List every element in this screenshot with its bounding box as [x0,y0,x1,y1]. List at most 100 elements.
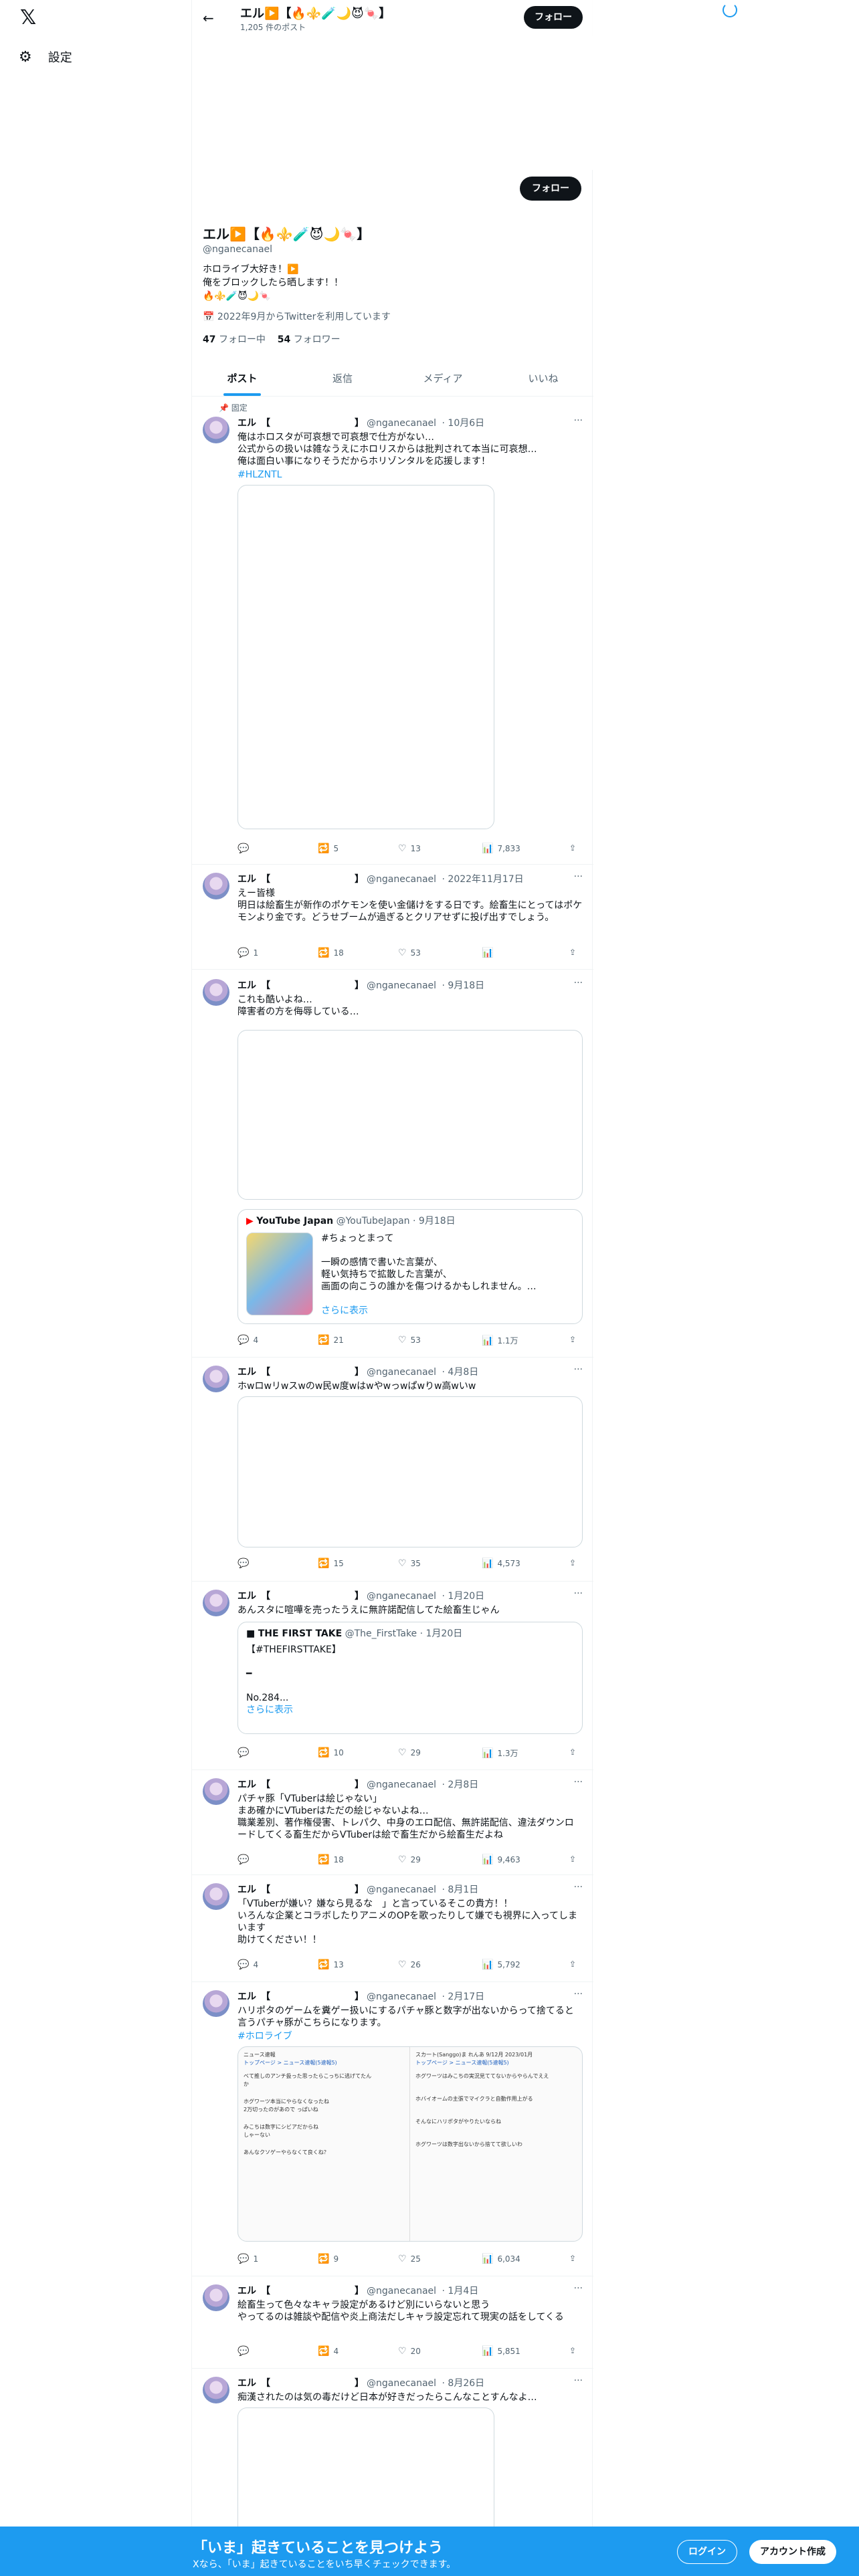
tweet-handle[interactable]: @nganecanael [367,1780,436,1790]
tweet-media[interactable] [237,1030,583,1200]
tweet-hashtag[interactable]: #ホロライブ [237,2030,583,2042]
avatar[interactable] [203,2377,229,2403]
reply-button[interactable]: 💬 4 [237,1335,258,1346]
nav-settings[interactable]: ⚙ 設定 [19,48,72,66]
more-icon[interactable]: ··· [574,978,583,988]
avatar[interactable] [203,1990,229,2017]
tweet-date[interactable]: · 2022年11月17日 [442,874,524,885]
tweet-author[interactable]: エル 【 】 [237,2378,364,2389]
more-icon[interactable]: ··· [574,2283,583,2294]
tweet-handle[interactable]: @nganecanael [367,2378,436,2389]
repost-button[interactable]: 🔁 9 [318,2254,339,2264]
follow-button[interactable]: フォロー [520,177,581,201]
tweet-handle[interactable]: @nganecanael [367,874,436,885]
repost-button[interactable]: 🔁 15 [318,1558,344,1569]
share-icon[interactable]: ⇪ [569,1558,576,1568]
reply-button[interactable]: 💬 [237,1558,253,1569]
avatar[interactable] [203,1778,229,1805]
share-icon[interactable]: ⇪ [569,948,576,957]
more-icon[interactable]: ··· [574,2375,583,2386]
tweet-handle[interactable]: @nganecanael [367,418,436,429]
views-button[interactable]: 📊 9,463 [482,1854,520,1865]
like-button[interactable]: ♡ 53 [398,948,421,958]
tweet-handle[interactable]: @nganecanael [367,1591,436,1602]
tab-replies[interactable]: 返信 [292,361,393,396]
tab-media[interactable]: メディア [393,361,493,396]
more-icon[interactable]: ··· [574,1989,583,2000]
tweet-date[interactable]: · 4月8日 [442,1367,479,1378]
tweet[interactable]: エル 【 】 @nganecanael · 8月1日 ··· 「VTuberが嫌い… [192,1875,593,1982]
tab-posts[interactable]: ポスト [192,361,292,396]
views-button[interactable]: 📊 [482,948,497,958]
views-button[interactable]: 📊 4,573 [482,1558,520,1569]
views-button[interactable]: 📊 5,792 [482,1959,520,1970]
like-button[interactable]: ♡ 29 [398,1747,421,1758]
tweet[interactable]: エル 【 】 @nganecanael · 4月8日 ··· ホwロwリwスwのw… [192,1358,593,1582]
avatar[interactable] [203,873,229,899]
tweet[interactable]: エル 【 】 @nganecanael · 2月17日 ··· ハリポタのゲームを… [192,1982,593,2276]
views-button[interactable]: 📊 1.1万 [482,1335,518,1346]
share-icon[interactable]: ⇪ [569,843,576,853]
tweet[interactable]: エル 【 】 @nganecanael · 9月18日 ··· これも酷いよね… … [192,970,593,1358]
reply-button[interactable]: 💬 [237,1747,253,1758]
tweet-handle[interactable]: @nganecanael [367,1992,436,2002]
reply-button[interactable]: 💬 [237,1854,253,1865]
tweet-author[interactable]: エル 【 】 [237,2286,364,2296]
x-logo-icon[interactable]: 𝕏 [20,7,43,29]
more-icon[interactable]: ··· [574,1588,583,1599]
following-link[interactable]: 47 フォロー中 [203,334,266,345]
like-button[interactable]: ♡ 25 [398,2254,421,2264]
quoted-tweet[interactable]: ▶ YouTube Japan @YouTubeJapan · 9月18日 #ち… [237,1209,583,1324]
avatar[interactable] [203,1883,229,1910]
tweet-media[interactable] [237,485,494,829]
tab-likes[interactable]: いいね [493,361,593,396]
tweet-date[interactable]: · 1月4日 [442,2286,479,2296]
tweet-handle[interactable]: @nganecanael [367,1367,436,1378]
tweet-author[interactable]: エル 【 】 [237,418,364,429]
reply-button[interactable]: 💬 4 [237,1959,258,1970]
quote-show-more[interactable]: さらに表示 [246,1704,574,1716]
quote-show-more[interactable]: さらに表示 [321,1305,368,1317]
tweet-handle[interactable]: @nganecanael [367,2286,436,2296]
tweet-date[interactable]: · 1月20日 [442,1591,485,1602]
tweet[interactable]: エル 【 】 @nganecanael · 8月26日 ··· 痴漢されたのは気の… [192,2369,593,2541]
share-icon[interactable]: ⇪ [569,1747,576,1757]
tweet-author[interactable]: エル 【 】 [237,1367,364,1378]
more-icon[interactable]: ··· [574,1364,583,1375]
tweet[interactable]: エル 【 】 @nganecanael · 1月4日 ··· 絵畜生って色々なキャ… [192,2276,593,2369]
quoted-tweet[interactable]: ■ THE FIRST TAKE @The_FirstTake · 1月20日 … [237,1622,583,1734]
tweet-date[interactable]: · 2月8日 [442,1780,479,1790]
avatar[interactable] [203,417,229,443]
views-button[interactable]: 📊 1.3万 [482,1747,518,1759]
repost-button[interactable]: 🔁 21 [318,1335,344,1346]
repost-button[interactable]: 🔁 18 [318,948,344,958]
repost-button[interactable]: 🔁 5 [318,843,339,854]
share-icon[interactable]: ⇪ [569,2254,576,2263]
share-icon[interactable]: ⇪ [569,2346,576,2355]
like-button[interactable]: ♡ 26 [398,1959,421,1970]
tweet-date[interactable]: · 8月26日 [442,2378,485,2389]
share-icon[interactable]: ⇪ [569,1335,576,1344]
like-button[interactable]: ♡ 29 [398,1854,421,1865]
share-icon[interactable]: ⇪ [569,1959,576,1969]
reply-button[interactable]: 💬 1 [237,2254,258,2264]
tweet-handle[interactable]: @nganecanael [367,980,436,991]
tweet[interactable]: エル 【 】 @nganecanael · 2月8日 ··· パチャ豚「VTube… [192,1770,593,1875]
topbar-follow-button[interactable]: フォロー [524,6,583,29]
reply-button[interactable]: 💬 [237,843,253,854]
avatar[interactable] [203,1590,229,1616]
tweet-author[interactable]: エル 【 】 [237,1885,364,1895]
repost-button[interactable]: 🔁 4 [318,2346,339,2357]
login-button[interactable]: ログイン [677,2540,737,2564]
tweet[interactable]: 📌 固定 エル 【 】 @nganecanael · 10月6日 ··· 俺はホロ… [192,397,593,865]
reply-button[interactable]: 💬 [237,2346,253,2357]
tweet-date[interactable]: · 8月1日 [442,1885,479,1895]
views-button[interactable]: 📊 7,833 [482,843,520,854]
tweet-author[interactable]: エル 【 】 [237,874,364,885]
tweet-author[interactable]: エル 【 】 [237,1780,364,1790]
create-account-button[interactable]: アカウント作成 [749,2540,836,2564]
followers-link[interactable]: 54 フォロワー [278,334,341,345]
more-icon[interactable]: ··· [574,1777,583,1788]
tweet-media[interactable] [237,2407,494,2541]
tweet-author[interactable]: エル 【 】 [237,980,364,991]
